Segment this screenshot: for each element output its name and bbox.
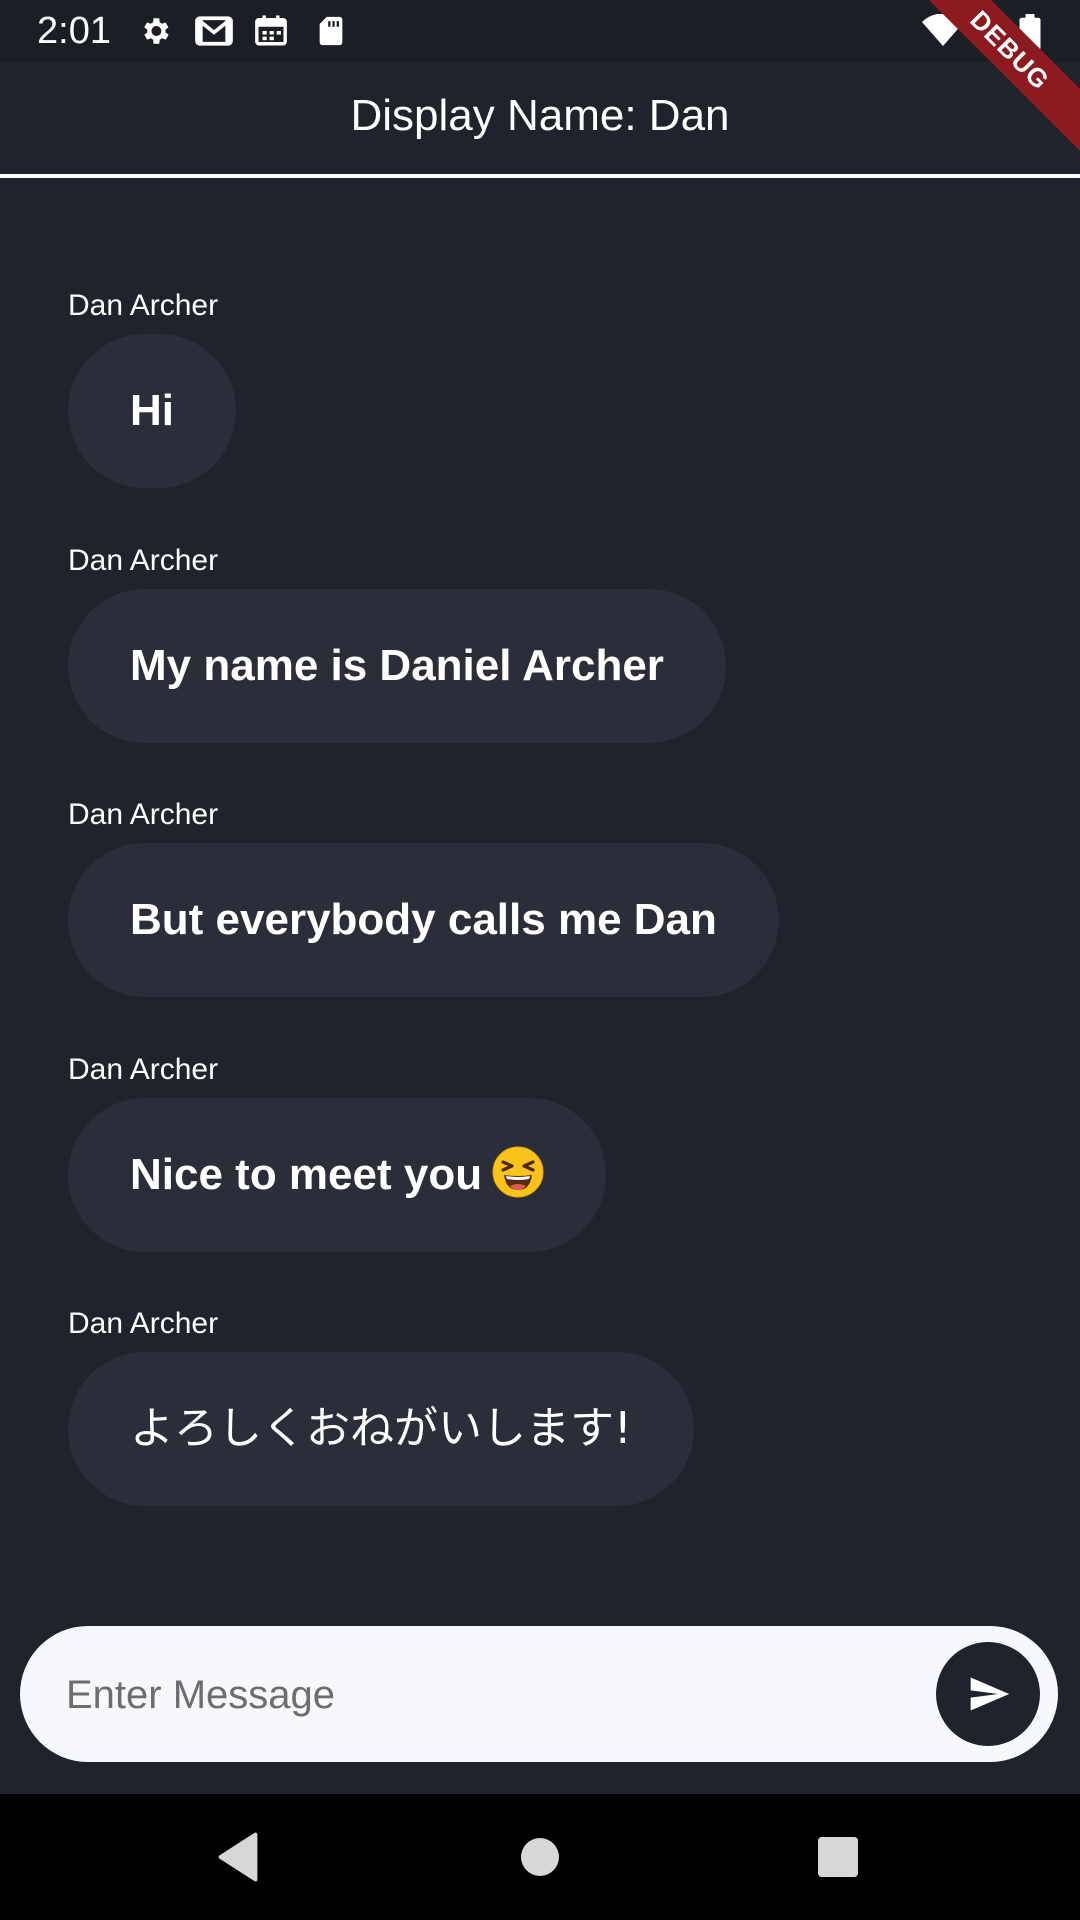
send-button[interactable]	[936, 1642, 1040, 1746]
message-bubble[interactable]: Hi	[68, 334, 236, 488]
message-item: Dan Archer Hi	[68, 288, 236, 488]
message-bubble[interactable]: よろしくおねがいします!	[68, 1352, 694, 1506]
message-text: My name is Daniel Archer	[130, 641, 664, 690]
page-title: Display Name: Dan	[350, 91, 730, 140]
message-input[interactable]	[64, 1626, 928, 1764]
message-item: Dan Archer But everybody calls me Dan	[68, 797, 779, 997]
send-icon	[970, 1677, 1010, 1711]
message-sender: Dan Archer	[68, 1053, 219, 1086]
system-nav-bar	[0, 1794, 1080, 1920]
message-sender: Dan Archer	[68, 544, 219, 577]
laughing-face-emoji	[492, 1107, 544, 1198]
status-bar: 2:01 DEBUG	[0, 0, 1080, 158]
home-button[interactable]	[510, 1827, 570, 1887]
app-bar: Display Name: Dan	[0, 62, 1080, 178]
message-bubble[interactable]: But everybody calls me Dan	[68, 843, 779, 997]
message-text: Nice to meet you	[130, 1150, 483, 1199]
message-bubble[interactable]: My name is Daniel Archer	[68, 589, 726, 743]
message-sender: Dan Archer	[68, 1307, 219, 1340]
message-sender: Dan Archer	[68, 289, 219, 322]
message-bubble[interactable]: Nice to meet you	[68, 1098, 607, 1252]
gmail-icon	[194, 14, 234, 48]
message-list[interactable]: Dan Archer Hi Dan Archer My name is Dani…	[0, 178, 1080, 1598]
sd-card-icon	[314, 14, 348, 48]
message-composer	[20, 1626, 1058, 1764]
recents-icon	[818, 1837, 858, 1877]
back-icon	[218, 1832, 258, 1882]
recents-button[interactable]	[808, 1827, 868, 1887]
message-item: Dan Archer よろしくおねがいします!	[68, 1306, 694, 1506]
gear-icon	[138, 14, 172, 48]
message-item: Dan Archer My name is Daniel Archer	[68, 543, 726, 743]
message-text: But everybody calls me Dan	[130, 895, 717, 944]
message-text: Hi	[130, 386, 174, 435]
message-text: よろしくおねがいします!	[130, 1403, 632, 1454]
home-icon	[521, 1838, 559, 1876]
status-time: 2:01	[37, 10, 111, 52]
back-button[interactable]	[208, 1827, 268, 1887]
message-item: Dan Archer Nice to meet you	[68, 1052, 607, 1252]
calendar-icon	[254, 14, 288, 48]
message-sender: Dan Archer	[68, 798, 219, 831]
chat-screen: 2:01 DEBUG Display Name: Dan Dan Archer	[0, 0, 1080, 1920]
